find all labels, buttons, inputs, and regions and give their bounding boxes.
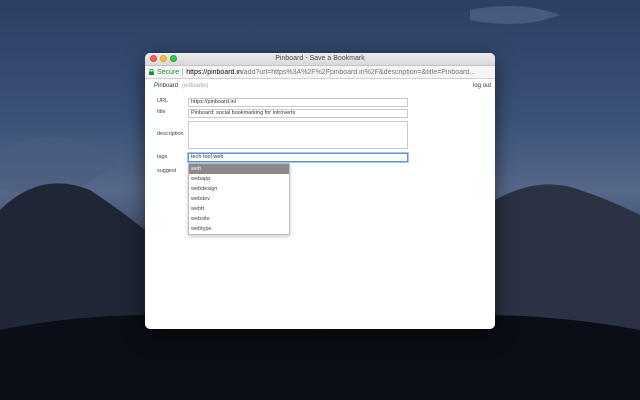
window-title: Pinboard - Save a Bookmark [275,55,365,62]
address-separator [182,68,184,76]
url-input[interactable]: https://pinboard.in/ [188,98,408,107]
lock-icon [149,69,154,75]
suggest-label: suggest [157,168,177,174]
secure-label: Secure [157,68,180,76]
brand-name[interactable]: Pinboard [154,83,178,89]
tag-suggestions-dropdown: web webapp webdesign webdev webtt websit… [188,163,290,235]
title-label: title [157,109,166,115]
suggestion-option[interactable]: web [189,164,289,174]
suggestion-option[interactable]: webtype [189,224,289,234]
browser-window: Pinboard - Save a Bookmark Secure https:… [145,53,495,329]
suggestion-option[interactable]: webdesign [189,184,289,194]
username[interactable]: (eldoadw) [182,83,208,89]
logout-link[interactable]: log out [473,83,491,89]
suggestion-option[interactable]: website [189,214,289,224]
address-bar[interactable]: Secure https://pinboard.in/add?url=https… [145,66,495,79]
url-host: https://pinboard.in [186,68,242,76]
title-bar: Pinboard - Save a Bookmark [145,53,495,66]
url-text[interactable]: https://pinboard.in/add?url=https%3A%2F%… [186,69,491,76]
tags-label: tags [157,154,168,160]
description-textarea[interactable] [188,121,408,149]
title-input[interactable]: Pinboard: social bookmarking for introve… [188,109,408,118]
suggestion-option[interactable]: webapp [189,174,289,184]
suggestion-option[interactable]: webtt [189,204,289,214]
tags-input[interactable]: tech tool web [188,153,408,162]
suggestion-option[interactable]: webdev [189,194,289,204]
page-content: Pinboard (eldoadw) log out URL https://pi… [145,79,495,329]
brand-header: Pinboard (eldoadw) [154,83,208,89]
url-label: URL [157,98,169,104]
url-path: /add?url=https%3A%2F%2Fpinboard.in%2F&de… [241,68,476,76]
description-label: description [157,131,184,137]
